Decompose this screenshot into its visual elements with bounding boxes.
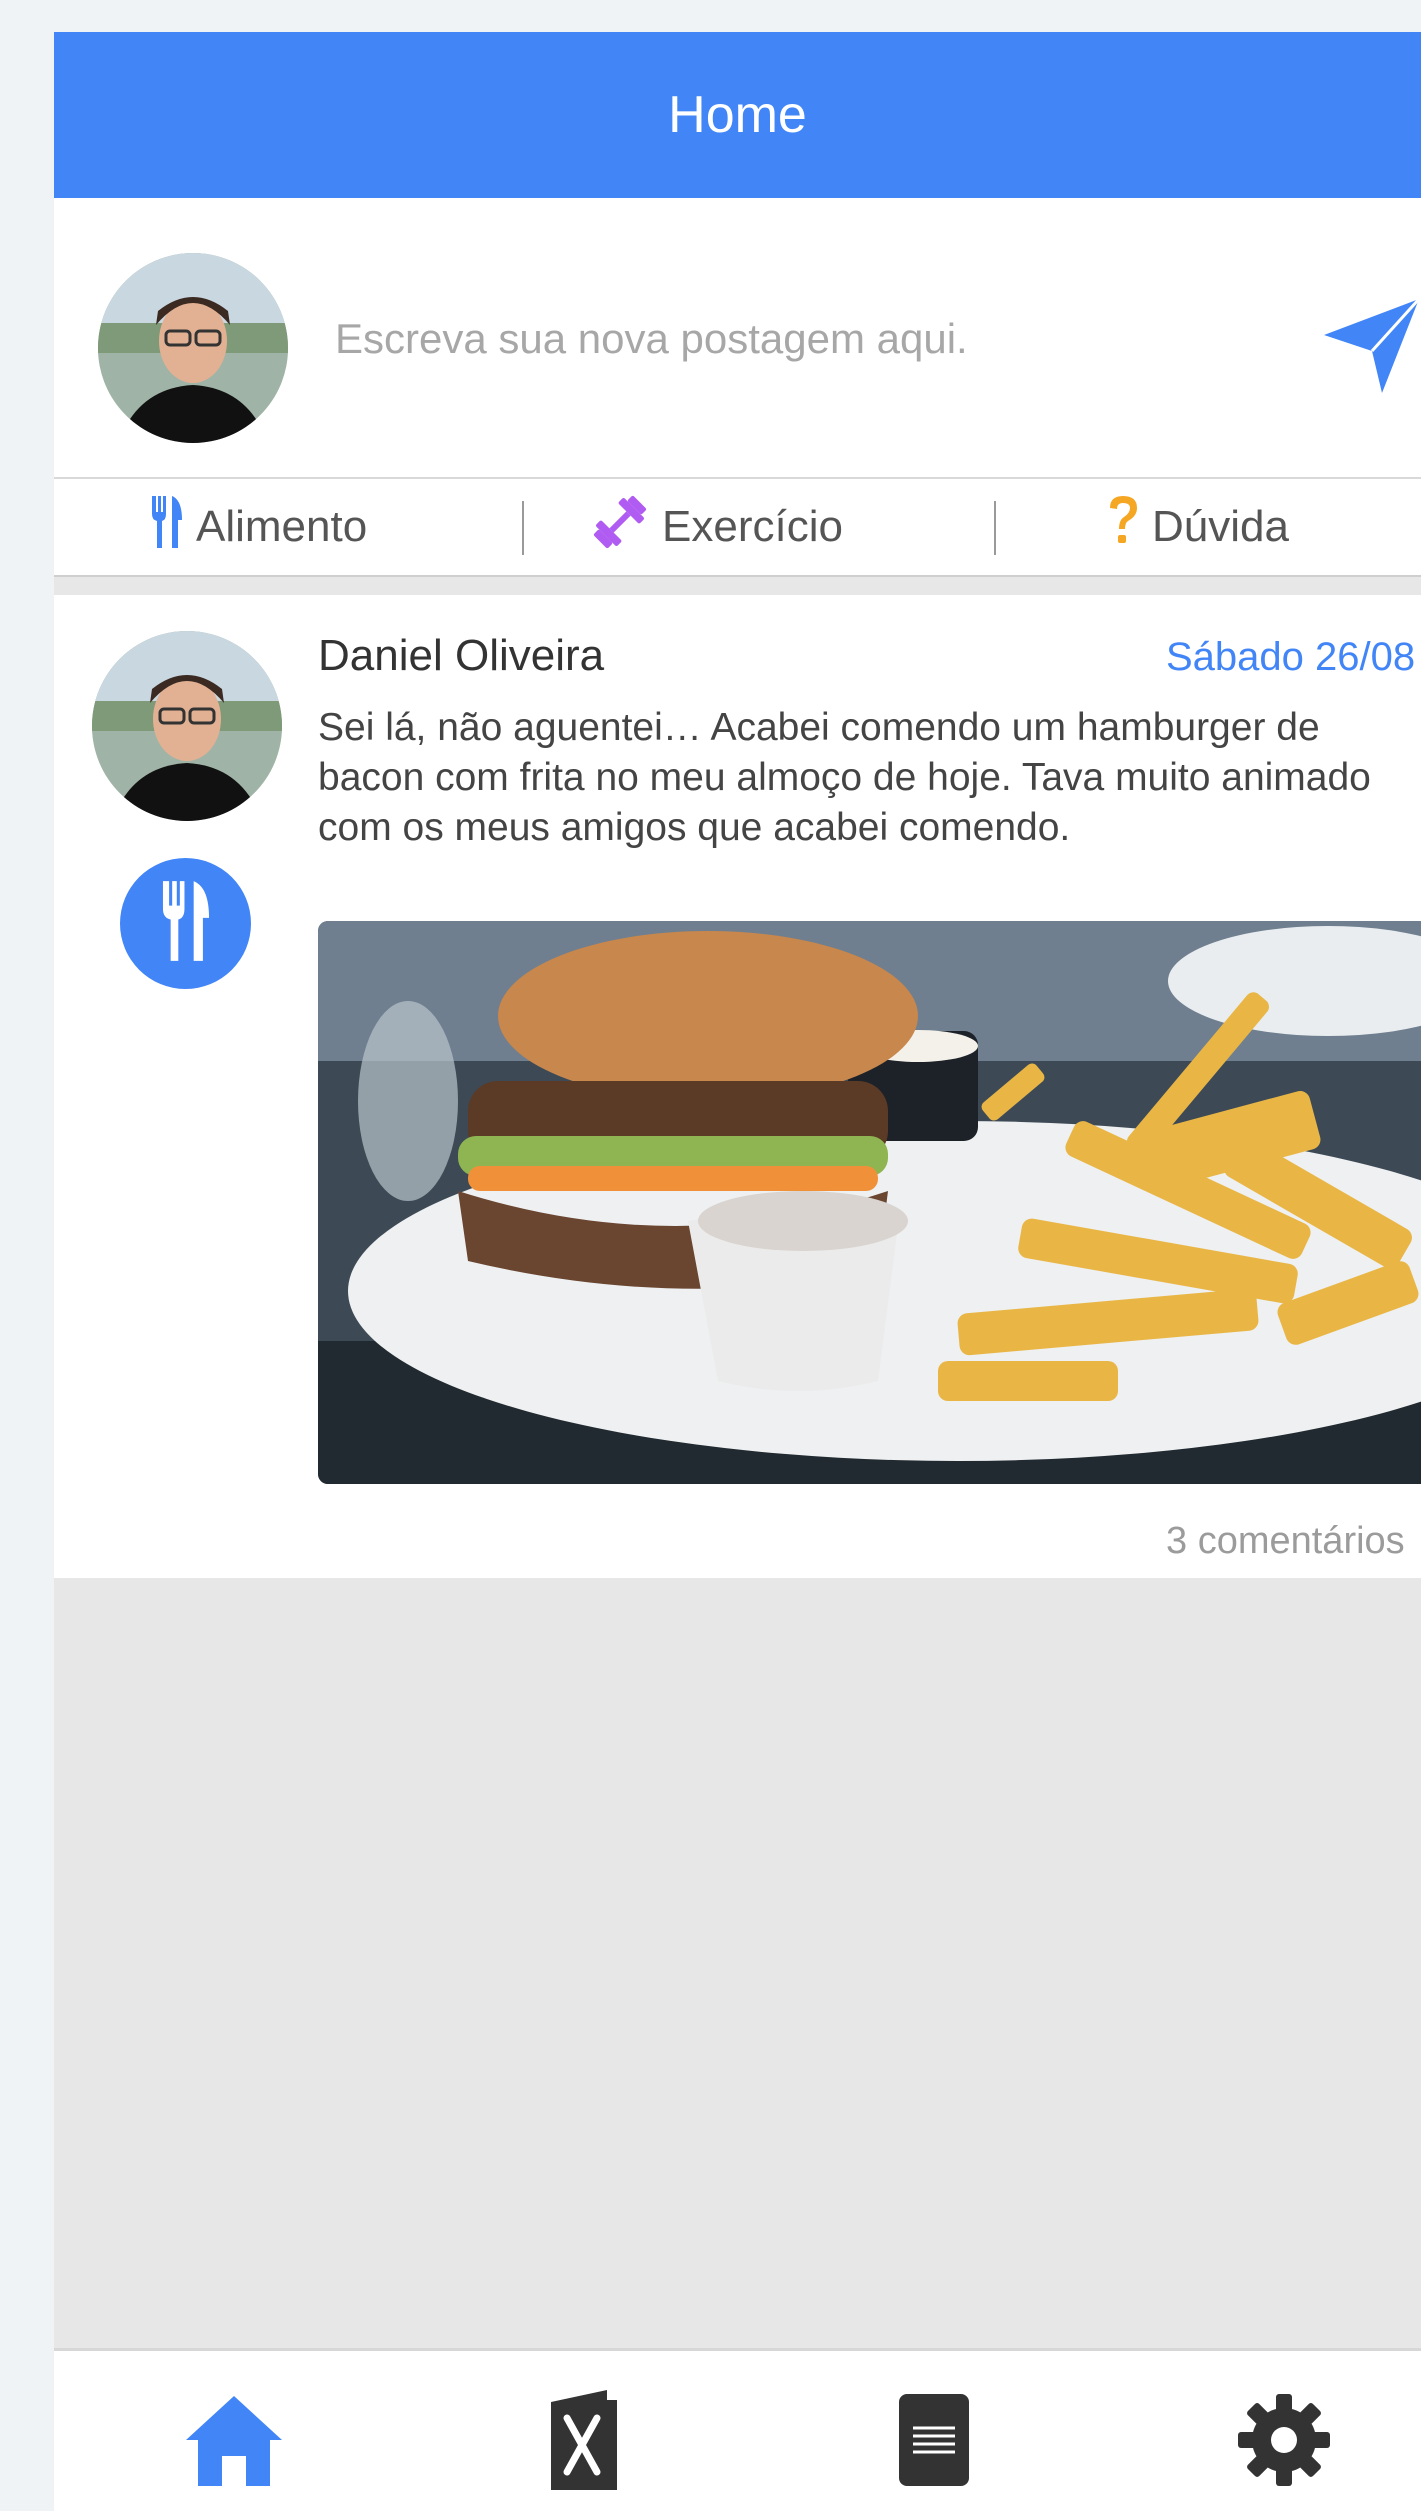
category-question-label: Dúvida — [1152, 502, 1289, 551]
gear-icon — [1236, 2392, 1332, 2493]
menu-book-icon — [547, 2388, 621, 2497]
post-card: Daniel Oliveira Sábado 26/08 Sei lá, não… — [54, 595, 1421, 1578]
composer — [54, 198, 1421, 479]
category-food-button[interactable]: Alimento — [150, 479, 367, 575]
app-screen: Home Escreva sua nova postagem aqui. Ali… — [54, 32, 1421, 2511]
bottom-tab-bar — [54, 2348, 1421, 2511]
post-author-avatar[interactable] — [92, 631, 282, 821]
send-icon[interactable] — [1322, 295, 1421, 395]
page-title: Home — [668, 86, 807, 144]
tab-settings[interactable] — [1224, 2387, 1344, 2497]
user-avatar — [98, 253, 288, 443]
dumbbell-icon — [590, 492, 650, 563]
category-divider — [522, 501, 524, 555]
tab-documents[interactable] — [874, 2387, 994, 2497]
new-post-input[interactable] — [335, 304, 1235, 374]
post-type-badge — [120, 858, 251, 989]
document-icon — [897, 2392, 971, 2493]
category-exercise-button[interactable]: Exercício — [590, 479, 843, 575]
post-author-name: Daniel Oliveira — [318, 631, 605, 680]
home-icon — [182, 2392, 286, 2493]
question-icon — [1106, 494, 1140, 561]
post-image-burger-fries[interactable] — [318, 921, 1421, 1484]
post-date: Sábado 26/08 — [1166, 635, 1416, 679]
category-food-label: Alimento — [196, 502, 368, 551]
post-text: Sei lá, não aguentei… Acabei comendo um … — [318, 706, 1371, 849]
category-question-button[interactable]: Dúvida — [1106, 479, 1289, 575]
post-comments-link[interactable]: 3 comentários — [1166, 1520, 1405, 1563]
category-exercise-label: Exercício — [662, 502, 843, 551]
fork-knife-icon — [158, 878, 214, 969]
tab-menu[interactable] — [524, 2387, 644, 2497]
category-divider — [994, 501, 996, 555]
fork-knife-icon — [150, 494, 184, 561]
tab-home[interactable] — [174, 2387, 294, 2497]
header-bar: Home — [54, 32, 1421, 198]
category-bar: Alimento Exercício Dúvida — [54, 479, 1421, 577]
